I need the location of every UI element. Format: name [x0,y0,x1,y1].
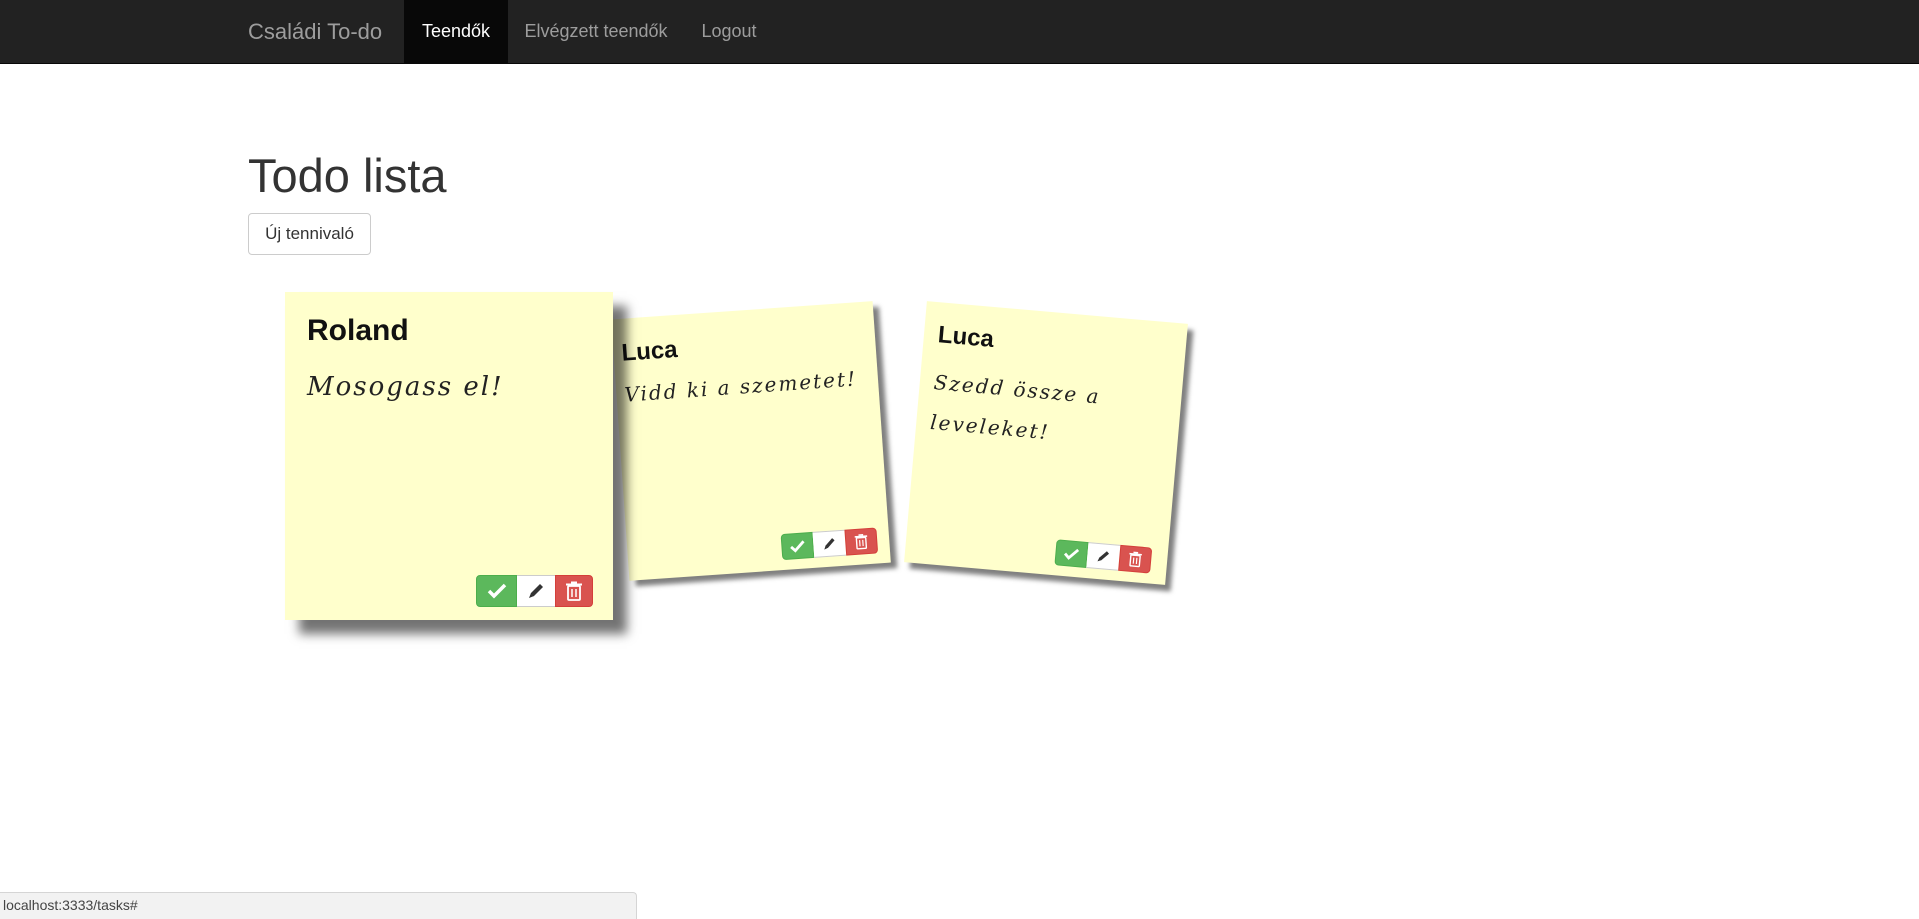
note-owner: Luca [620,335,679,367]
edit-button[interactable] [812,529,847,558]
note-actions [780,527,879,561]
sticky-note: Roland Mosogass el! [285,292,613,620]
pencil-icon [1096,549,1111,564]
new-todo-button[interactable]: Új tennivaló [248,213,371,255]
check-icon [1063,546,1080,560]
delete-button[interactable] [1118,544,1153,574]
trash-icon [854,533,869,550]
pencil-icon [527,582,545,600]
nav-item-completed-tasks[interactable]: Elvégzett teendők [508,0,684,63]
brand-link[interactable]: Családi To-do [248,0,382,63]
delete-button[interactable] [844,527,879,556]
note-actions [1054,539,1153,574]
trash-icon [1128,551,1143,568]
edit-button[interactable] [517,575,555,607]
top-navbar: Családi To-do Teendők Elvégzett teendők … [0,0,1919,64]
sticky-note: Luca Szedd össze a leveleket! [904,301,1188,585]
complete-button[interactable] [476,575,517,607]
note-owner: Luca [936,321,996,354]
note-text: Szedd össze a leveleket! [929,370,1102,445]
nav-item-logout[interactable]: Logout [684,0,774,63]
nav-item-tasks[interactable]: Teendők [404,0,508,63]
note-text: Vidd ki a szemetet! [623,366,858,407]
complete-button[interactable] [780,531,815,561]
pencil-icon [822,536,837,551]
note-text: Mosogass el! [307,372,504,402]
check-icon [487,583,507,599]
sticky-note: Luca Vidd ki a szemetet! [611,301,891,581]
note-actions [476,575,593,607]
edit-button[interactable] [1086,542,1121,571]
trash-icon [565,581,583,601]
complete-button[interactable] [1054,539,1089,568]
note-owner: Roland [307,314,409,347]
delete-button[interactable] [555,575,593,607]
browser-status-bar: localhost:3333/tasks# [0,892,637,919]
page-title: Todo lista [248,149,447,202]
check-icon [789,539,806,553]
